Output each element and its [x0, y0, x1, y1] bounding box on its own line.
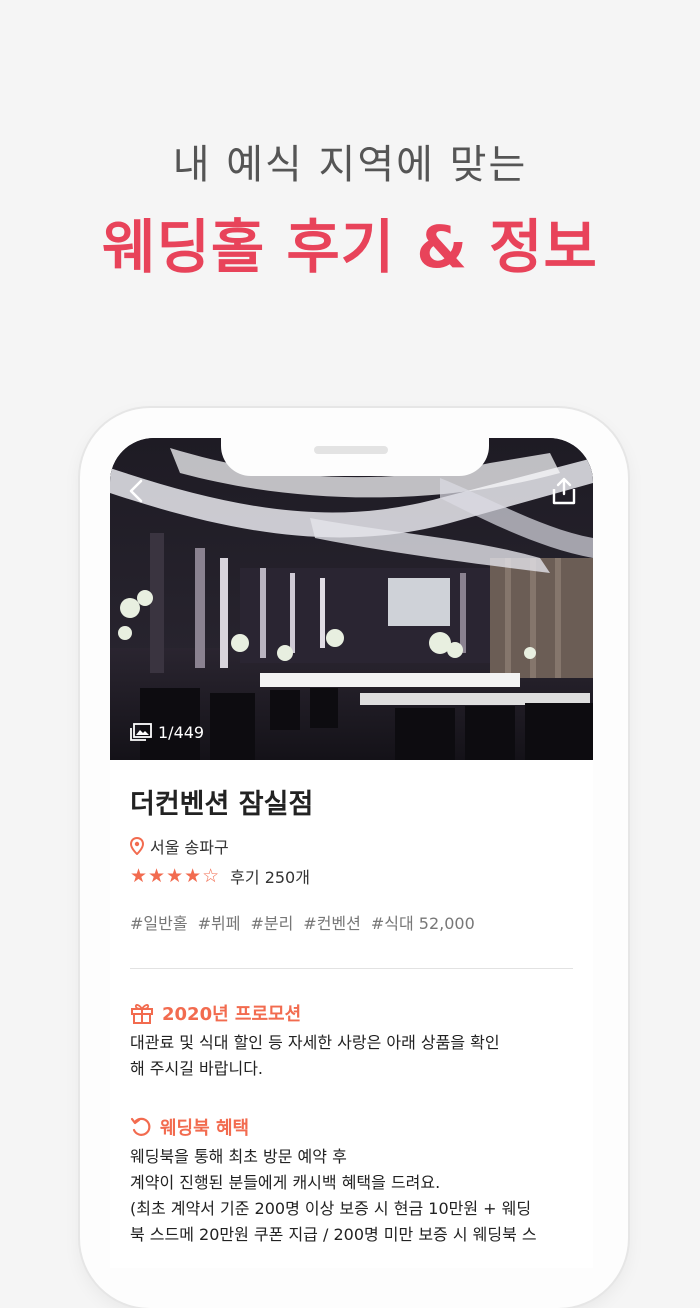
- location-pin-icon: [130, 837, 144, 855]
- tag: #분리: [250, 914, 294, 933]
- share-button[interactable]: [548, 474, 580, 508]
- photo-count-text: 1/449: [158, 722, 205, 742]
- promotion-line: 해 주시길 바랍니다.: [130, 1059, 264, 1078]
- benefit-line: 웨딩북을 통해 최초 방문 예약 후: [130, 1147, 347, 1166]
- promotion-body: 대관료 및 식대 할인 등 자세한 사랑은 아래 상품을 확인 해 주시길 바랍…: [130, 1030, 580, 1082]
- refresh-icon: [130, 1117, 151, 1136]
- back-button[interactable]: [121, 474, 151, 508]
- promotion-title-text: 2020년 프로모션: [162, 1004, 302, 1025]
- headline-title: 웨딩홀 후기 & 정보: [102, 213, 598, 281]
- review-count: 후기 250개: [230, 868, 310, 887]
- location-text: 서울 송파구: [150, 838, 229, 857]
- image-gallery-icon: [130, 723, 152, 741]
- tag: #일반홀: [130, 914, 188, 933]
- tag: #식대 52,000: [370, 914, 475, 933]
- venue-rating[interactable]: ★★★★☆ 후기 250개: [130, 864, 310, 888]
- tag: #뷔페: [197, 914, 241, 933]
- venue-photo[interactable]: [110, 438, 593, 760]
- phone-speaker: [314, 446, 388, 454]
- share-icon: [552, 477, 576, 505]
- photo-counter: 1/449: [130, 718, 204, 746]
- benefit-body: 웨딩북을 통해 최초 방문 예약 후 계약이 진행된 분들에게 캐시백 혜택을 …: [130, 1144, 580, 1248]
- venue-name: 더컨벤션 잠실점: [130, 789, 314, 820]
- benefit-line: 북 스드메 20만원 쿠폰 지급 / 200명 미만 보증 시 웨딩북 스: [130, 1225, 537, 1244]
- divider: [130, 968, 573, 969]
- phone-notch: [221, 436, 489, 476]
- benefit-title: 웨딩북 혜택: [130, 1114, 249, 1140]
- promotion-title: 2020년 프로모션: [130, 1000, 301, 1026]
- venue-tags: #일반홀 #뷔페 #분리 #컨벤션 #식대 52,000: [130, 910, 475, 934]
- benefit-title-text: 웨딩북 혜택: [160, 1118, 250, 1139]
- tag: #컨벤션: [303, 914, 361, 933]
- headline-subtitle: 내 예식 지역에 맞는: [172, 142, 528, 188]
- rating-stars: ★★★★☆: [130, 865, 221, 887]
- venue-location: 서울 송파구: [130, 834, 229, 858]
- promotion-line: 대관료 및 식대 할인 등 자세한 사랑은 아래 상품을 확인: [130, 1033, 500, 1052]
- gift-icon: [131, 1004, 153, 1024]
- chevron-left-icon: [129, 479, 143, 503]
- benefit-line: 계약이 진행된 분들에게 캐시백 혜택을 드려요.: [130, 1173, 441, 1192]
- benefit-line: (최초 계약서 기준 200명 이상 보증 시 현금 10만원 + 웨딩: [130, 1199, 532, 1218]
